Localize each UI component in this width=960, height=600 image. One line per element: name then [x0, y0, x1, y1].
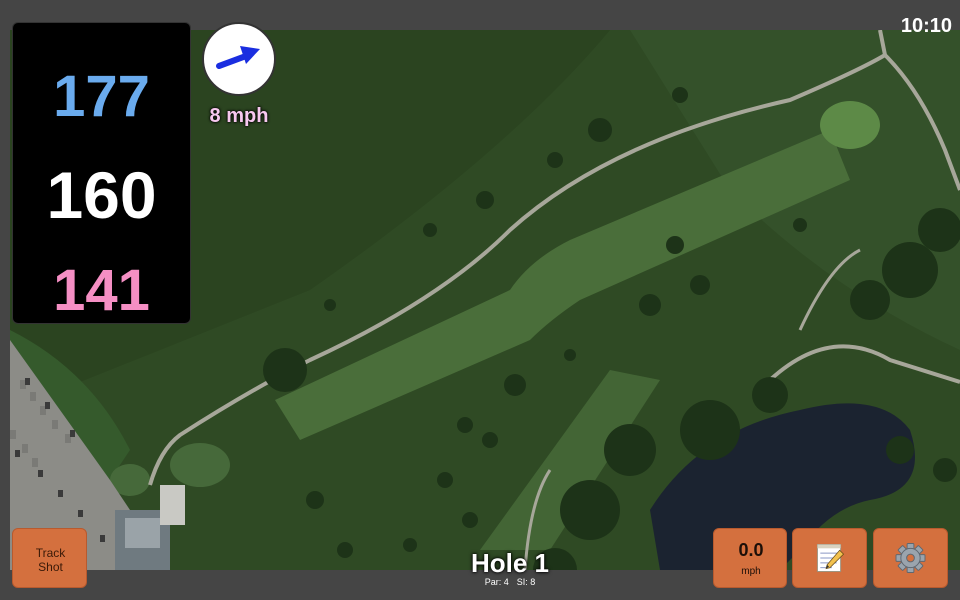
hole-par: Par: 4	[484, 577, 509, 587]
distance-panel: 177 160 141	[12, 22, 191, 324]
front-of-green-distance: 141	[53, 258, 150, 323]
back-of-green-distance: 177	[53, 64, 150, 129]
hole-stroke-index: SI: 8	[516, 577, 536, 587]
wind-speed-button[interactable]: 0.0 mph	[713, 528, 787, 588]
hole-title: Hole 1	[470, 548, 550, 578]
settings-button[interactable]	[873, 528, 948, 588]
speed-unit: mph	[741, 566, 761, 577]
clock-time: 10:10	[900, 15, 952, 37]
middle-of-green-distance: 160	[46, 158, 157, 232]
hole-info: Par: 4 SI: 8	[420, 577, 600, 588]
track-shot-label: Track Shot	[35, 546, 66, 574]
speed-value: 0.0	[738, 540, 764, 560]
scorecard-notes-button[interactable]	[792, 528, 867, 588]
notepad-icon	[816, 543, 845, 573]
wind-direction-indicator	[202, 22, 276, 96]
wind-arrow-icon	[216, 46, 260, 69]
wind-speed-label: 8 mph	[209, 105, 269, 127]
track-shot-button[interactable]: Track Shot	[12, 528, 87, 588]
gear-icon	[895, 543, 926, 573]
